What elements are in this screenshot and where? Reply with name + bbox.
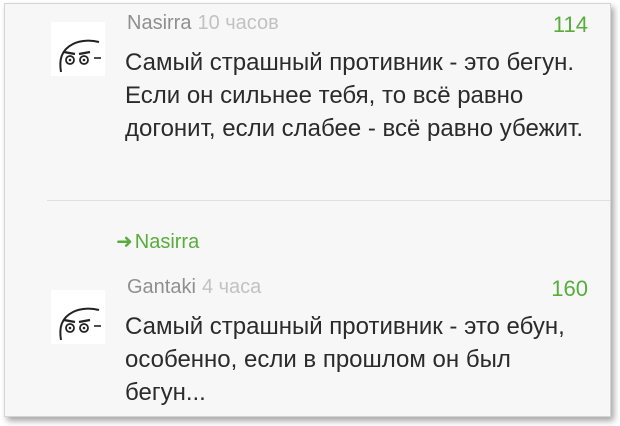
comment-item: Gantaki 4 часа 160 Самый страшный противн…	[5, 264, 610, 416]
reply-to-link[interactable]: ➜ Nasirra	[116, 229, 199, 254]
comment-author[interactable]: Nasirra 10 часов	[127, 12, 279, 35]
rage-face-icon	[59, 39, 101, 73]
comment-author[interactable]: Gantaki 4 часа	[127, 276, 261, 299]
comments-panel: Nasirra 10 часов 114 Самый страшный проти…	[4, 3, 611, 417]
comment-time: 4 часа	[201, 276, 262, 298]
avatar[interactable]	[51, 22, 105, 76]
divider	[47, 200, 610, 201]
reply-arrow-icon: ➜	[116, 231, 133, 253]
comment-score: 114	[552, 12, 588, 37]
comment-text: Самый страшный противник - это ебун, осо…	[125, 313, 565, 406]
author-name[interactable]: Gantaki	[127, 276, 196, 298]
avatar[interactable]	[51, 290, 105, 344]
comment-text: Самый страшный противник - это бегун. Ес…	[125, 49, 584, 142]
comment-item: Nasirra 10 часов 114 Самый страшный проти…	[5, 4, 610, 204]
comment-time: 10 часов	[197, 12, 279, 34]
comment-score: 160	[551, 276, 588, 301]
rage-face-icon	[59, 307, 101, 341]
screenshot-frame: Nasirra 10 часов 114 Самый страшный проти…	[0, 0, 620, 426]
author-name[interactable]: Nasirra	[127, 12, 191, 34]
reply-target[interactable]: Nasirra	[135, 231, 199, 253]
